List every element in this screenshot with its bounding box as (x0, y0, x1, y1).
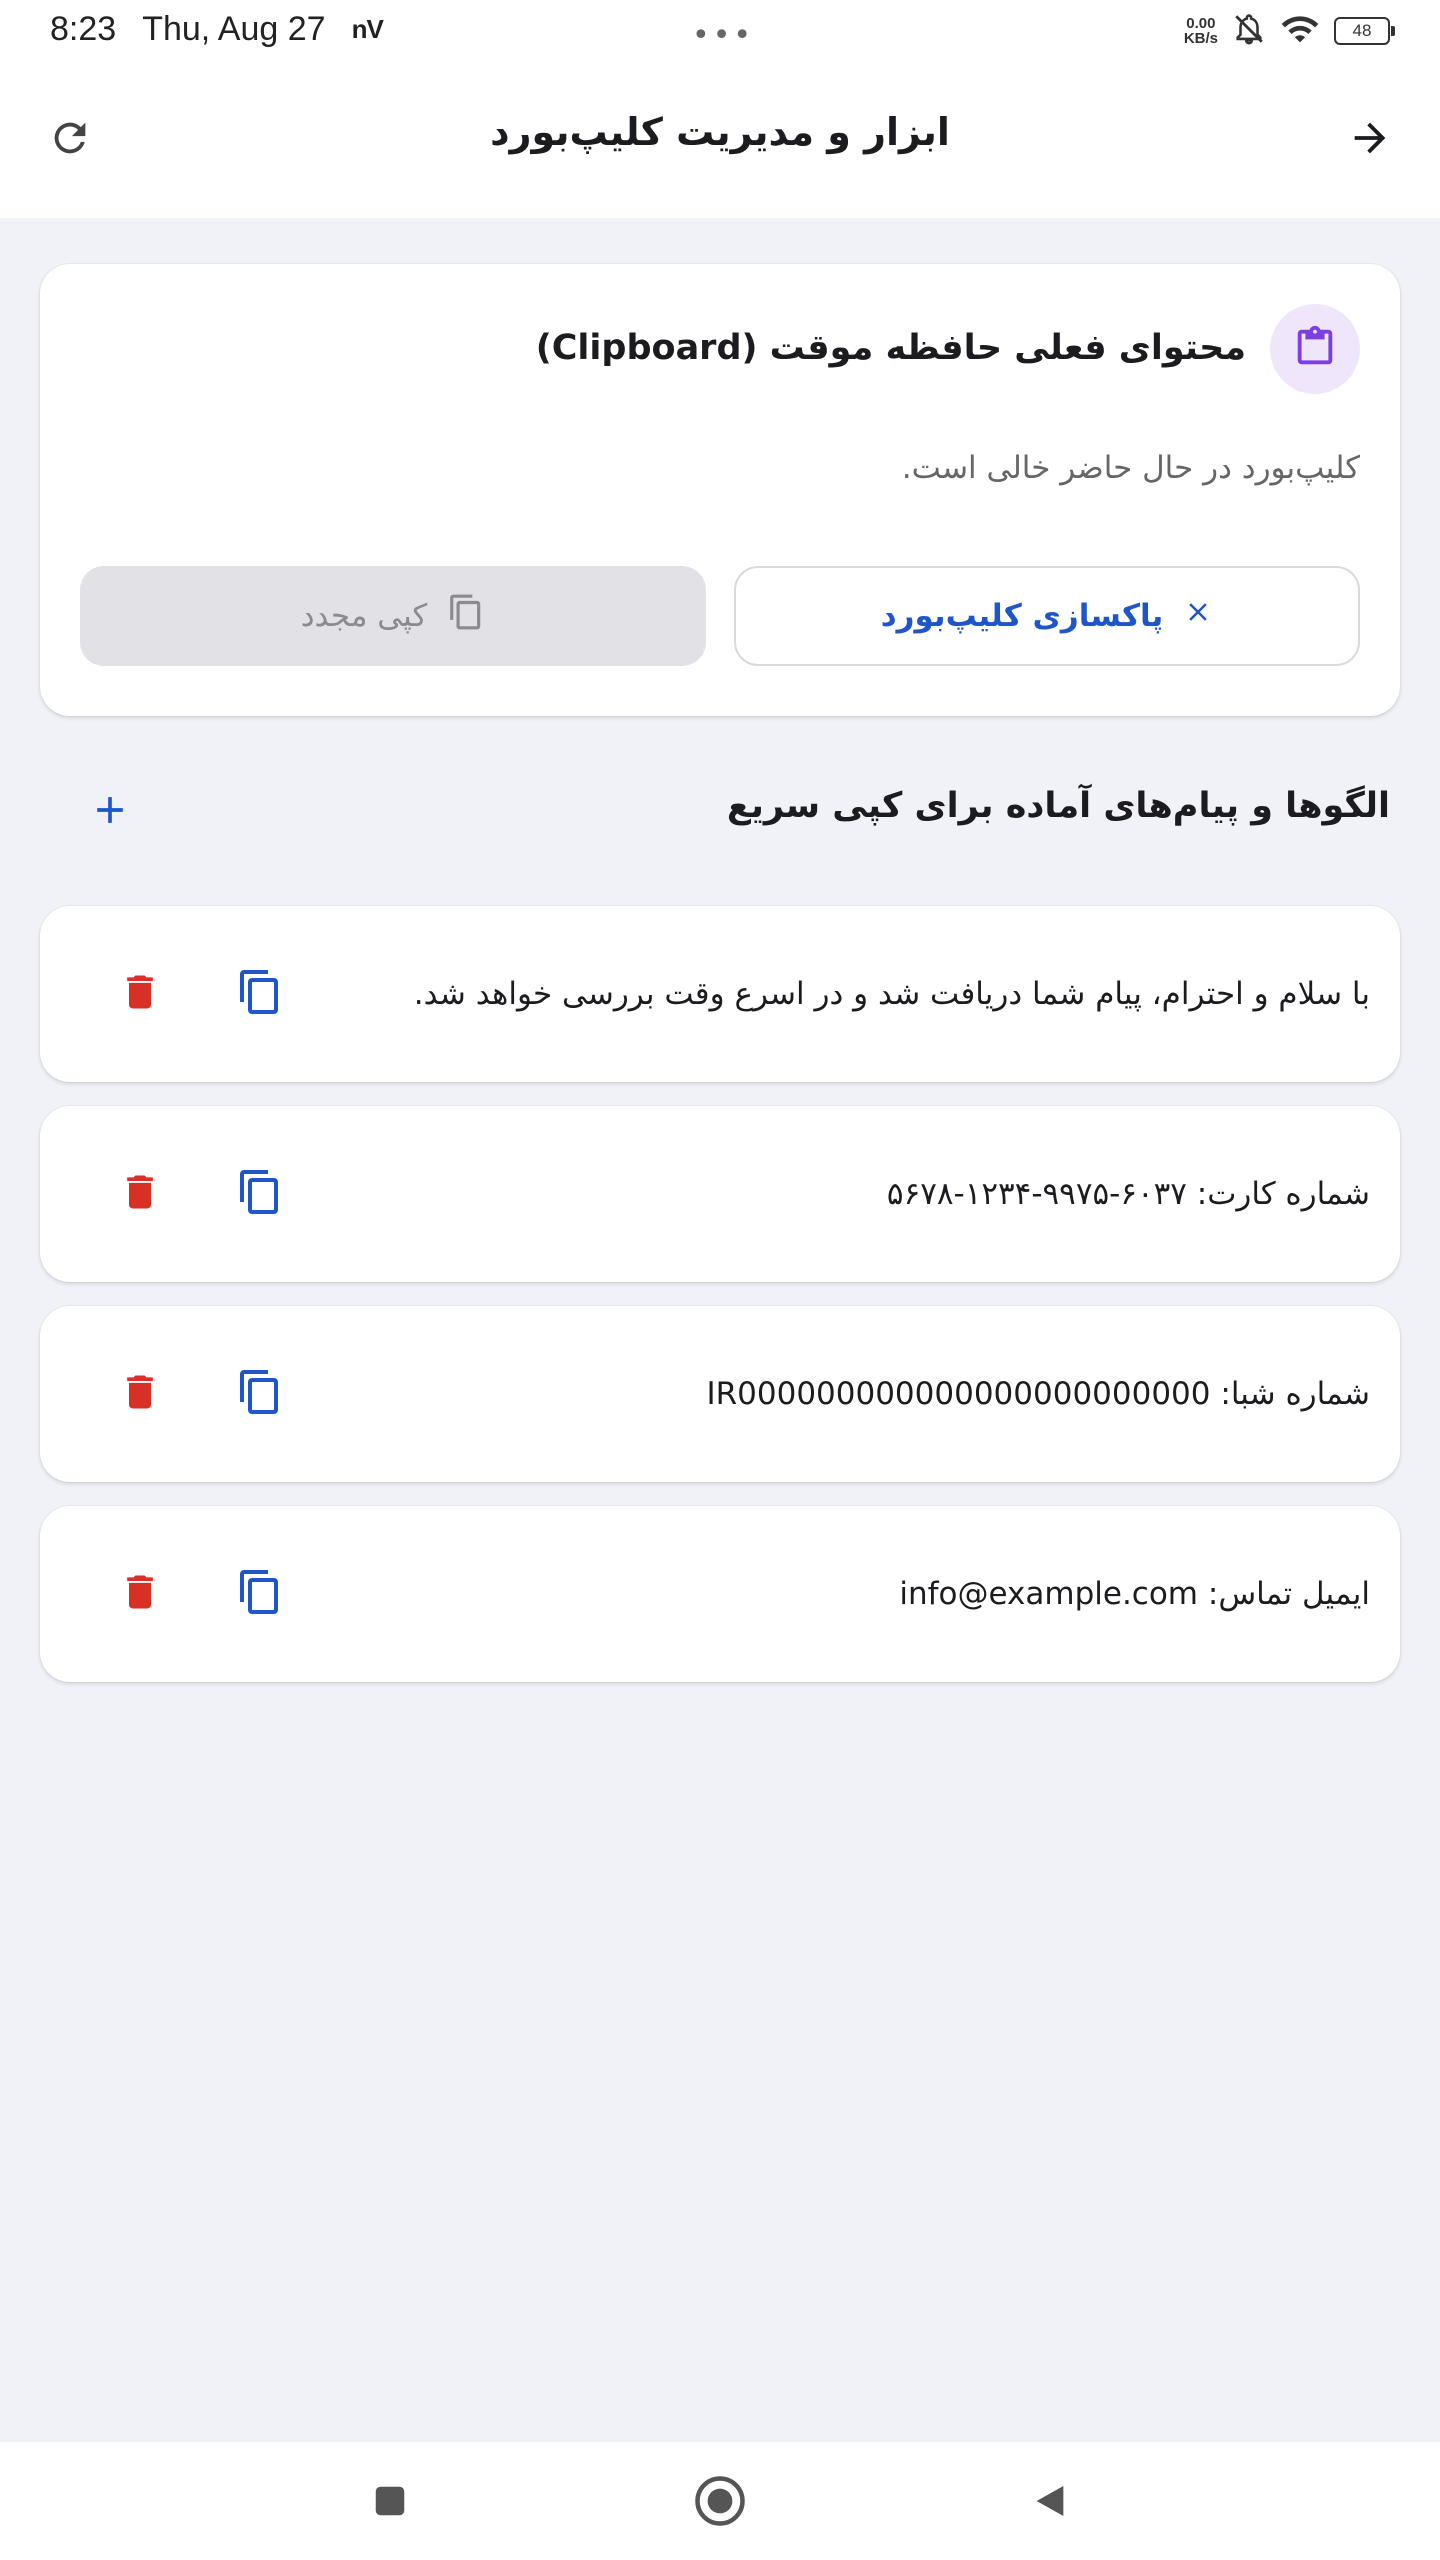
copy-template-button[interactable] (220, 1354, 300, 1434)
trash-icon (118, 970, 162, 1018)
delete-template-button[interactable] (100, 1154, 180, 1234)
more-dots-icon: ••• (692, 18, 755, 53)
home-circle-icon (693, 2474, 747, 2532)
clear-clipboard-label: پاکسازی کلیپ‌بورد (880, 598, 1164, 634)
template-item: شماره کارت: ۶۰۳۷-۹۹۷۵-۱۲۳۴-۵۶۷۸ (40, 1106, 1400, 1282)
status-date: Thu, Aug 27 (142, 10, 326, 48)
delete-template-button[interactable] (100, 1554, 180, 1634)
arrow-forward-icon (1347, 115, 1393, 165)
template-item: با سلام و احترام، پیام شما دریافت شد و د… (40, 906, 1400, 1082)
plus-icon (88, 788, 132, 836)
status-bar: 8:23 Thu, Aug 27 nV ••• 0.00 KB/s 48 (0, 0, 1440, 62)
template-text: شماره کارت: ۶۰۳۷-۹۹۷۵-۱۲۳۴-۵۶۷۸ (886, 1176, 1370, 1212)
copy-icon (236, 1168, 284, 1220)
app-bar: ابزار و مدیریت کلیپ‌بورد (0, 62, 1440, 218)
carrier-badge: nV (351, 14, 384, 44)
delete-template-button[interactable] (100, 954, 180, 1034)
clipboard-icon (1292, 324, 1338, 374)
template-text: ایمیل تماس: info@example.com (899, 1576, 1370, 1612)
templates-section-title: الگوها و پیام‌های آماده برای کپی سریع (726, 786, 1390, 826)
copy-icon (236, 1568, 284, 1620)
add-template-button[interactable] (70, 772, 150, 852)
home-button[interactable] (685, 2468, 755, 2538)
copy-template-button[interactable] (220, 1554, 300, 1634)
trash-icon (118, 1170, 162, 1218)
bell-off-icon (1232, 12, 1266, 50)
trash-icon (118, 1570, 162, 1618)
status-time: 8:23 (50, 10, 117, 48)
template-text: شماره شبا: IR000000000000000000000000 (706, 1376, 1370, 1412)
back-nav-button[interactable] (1015, 2468, 1085, 2538)
copy-template-button[interactable] (220, 1154, 300, 1234)
close-icon (1183, 597, 1213, 635)
status-left: 8:23 Thu, Aug 27 nV (50, 10, 384, 49)
back-triangle-icon (1030, 2481, 1070, 2525)
net-speed-unit: KB/s (1183, 30, 1218, 47)
copy-icon (236, 1368, 284, 1420)
delete-template-button[interactable] (100, 1354, 180, 1434)
system-nav-bar (0, 2442, 1440, 2560)
recents-button[interactable] (355, 2468, 425, 2538)
net-speed-value: 0.00 (1186, 15, 1216, 32)
clipboard-title: محتوای فعلی حافظه موقت (Clipboard) (535, 328, 1246, 368)
clipboard-card: محتوای فعلی حافظه موقت (Clipboard) کلیپ‌… (40, 264, 1400, 716)
trash-icon (118, 1370, 162, 1418)
recents-square-icon (371, 2482, 409, 2524)
template-item: شماره شبا: IR000000000000000000000000 (40, 1306, 1400, 1482)
clipboard-status-text: کلیپ‌بورد در حال حاضر خالی است. (901, 450, 1360, 486)
copy-template-button[interactable] (220, 954, 300, 1034)
recopy-label: کپی مجدد (300, 598, 428, 634)
clear-clipboard-button[interactable]: پاکسازی کلیپ‌بورد (734, 566, 1360, 666)
clipboard-icon-badge (1270, 304, 1360, 394)
wifi-icon (1280, 12, 1320, 50)
battery-indicator: 48 (1334, 17, 1395, 45)
template-item: ایمیل تماس: info@example.com (40, 1506, 1400, 1682)
net-speed: 0.00 KB/s (1184, 16, 1218, 46)
status-right: 0.00 KB/s 48 (1184, 12, 1395, 50)
template-text: با سلام و احترام، پیام شما دریافت شد و د… (413, 976, 1370, 1012)
recopy-button[interactable]: کپی مجدد (80, 566, 706, 666)
copy-icon (236, 968, 284, 1020)
copy-icon (447, 593, 485, 639)
back-button[interactable] (1330, 100, 1410, 180)
page-title: ابزار و مدیریت کلیپ‌بورد (490, 110, 950, 154)
